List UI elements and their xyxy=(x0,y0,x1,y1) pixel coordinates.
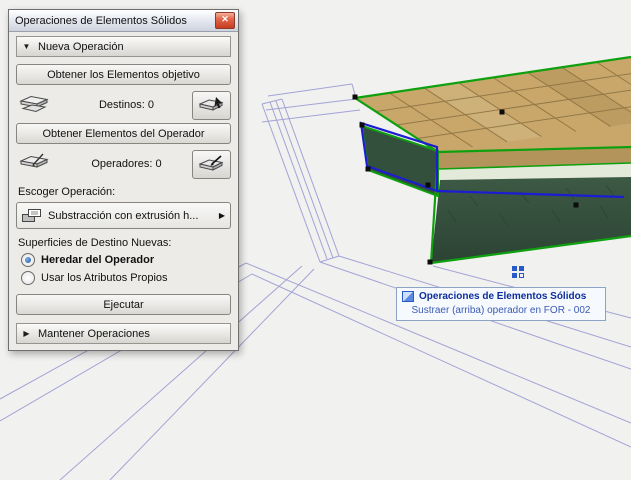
tooltip-title: Operaciones de Elementos Sólidos xyxy=(419,291,587,302)
operation-select[interactable]: Substracción con extrusión h... ▶ xyxy=(16,202,231,229)
targets-count: Destinos: 0 xyxy=(98,99,155,111)
operator-elements-icon xyxy=(16,153,61,176)
surfaces-label: Superficies de Destino Nuevas: xyxy=(18,237,172,249)
pick-operators-button[interactable] xyxy=(192,149,231,179)
radio-own-attributes[interactable]: Usar los Atributos Propios xyxy=(21,271,231,285)
radio-unselected-icon[interactable] xyxy=(21,271,35,285)
dialog-title: Operaciones de Elementos Sólidos xyxy=(15,14,187,27)
execute-button[interactable]: Ejecutar xyxy=(16,294,231,315)
radio-inherit-operator[interactable]: Heredar del Operador xyxy=(21,253,231,267)
radio-own-label: Usar los Atributos Propios xyxy=(41,272,168,284)
get-target-elements-button[interactable]: Obtener los Elementos objetivo xyxy=(16,64,231,85)
application-window: Operaciones de Elementos Sólidos Sustrae… xyxy=(0,0,631,480)
radio-selected-icon[interactable] xyxy=(21,253,35,267)
target-elements-icon xyxy=(16,94,61,117)
section-new-operation-label: Nueva Operación xyxy=(38,40,124,53)
targets-row: Destinos: 0 xyxy=(16,90,231,120)
radio-inherit-label: Heredar del Operador xyxy=(41,254,155,266)
flyout-arrow-icon: ▶ xyxy=(218,211,225,220)
dialog-titlebar[interactable]: Operaciones de Elementos Sólidos ✕ xyxy=(9,10,238,32)
pick-operator-icon xyxy=(198,155,224,171)
section-keep-operations-label: Mantener Operaciones xyxy=(38,327,150,340)
section-new-operation[interactable]: ▼ Nueva Operación xyxy=(16,36,231,57)
operation-value: Substracción con extrusión h... xyxy=(48,209,199,222)
pick-targets-button[interactable] xyxy=(192,90,231,120)
pick-target-icon xyxy=(198,97,224,111)
solid-element-operations-dialog: Operaciones de Elementos Sólidos ✕ ▼ Nue… xyxy=(8,9,239,351)
operators-count: Operadores: 0 xyxy=(91,158,162,170)
subtraction-operation-icon xyxy=(22,209,41,222)
section-keep-operations[interactable]: ▶ Mantener Operaciones xyxy=(16,323,231,344)
dialog-body: ▼ Nueva Operación Obtener los Elementos … xyxy=(9,32,238,350)
tooltip-detail: Sustraer (arriba) operador en FOR - 002 xyxy=(411,305,591,316)
chevron-right-icon: ▶ xyxy=(23,329,30,338)
choose-operation-label: Escoger Operación: xyxy=(18,186,116,198)
operators-row: Operadores: 0 xyxy=(16,149,231,179)
seo-info-icon xyxy=(402,291,414,302)
close-icon[interactable]: ✕ xyxy=(215,12,235,29)
chevron-down-icon: ▼ xyxy=(22,42,31,51)
get-operator-elements-button[interactable]: Obtener Elementos del Operador xyxy=(16,123,231,144)
info-tooltip: Operaciones de Elementos Sólidos Sustrae… xyxy=(396,287,606,321)
